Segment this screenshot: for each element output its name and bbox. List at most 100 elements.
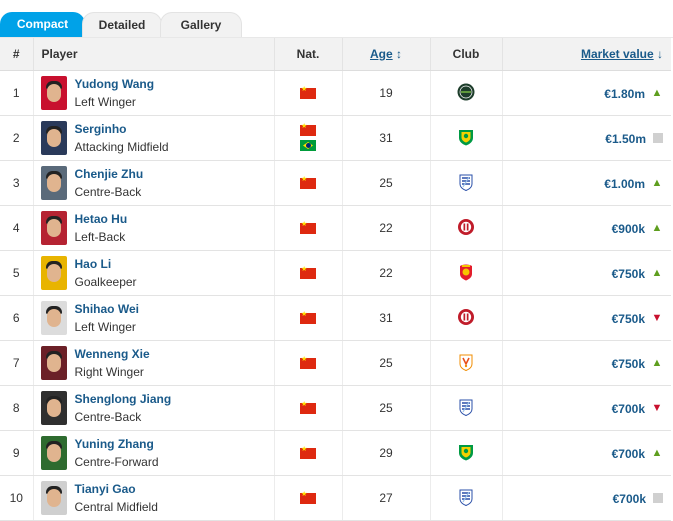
player-name-link[interactable]: Wenneng Xie	[75, 347, 150, 361]
club-crest-icon[interactable]	[457, 218, 475, 239]
club-cell[interactable]	[430, 430, 503, 476]
player-name-link[interactable]: Hetao Hu	[75, 212, 128, 226]
player-name-link[interactable]: Shenglong Jiang	[75, 392, 172, 406]
market-value-cell: €700k	[502, 475, 671, 521]
table-row: 10 Tianyi Gao Central Midfield ★ 27 €700k	[0, 475, 671, 521]
age-cell: 31	[342, 295, 431, 341]
player-name-link[interactable]: Yudong Wang	[75, 77, 155, 91]
player-name-link[interactable]: Hao Li	[75, 257, 137, 271]
club-cell[interactable]	[430, 250, 503, 296]
age-cell: 25	[342, 385, 431, 431]
player-photo[interactable]	[40, 346, 67, 380]
table-row: 9 Yuning Zhang Centre-Forward ★ 29 €700k ▲	[0, 430, 671, 476]
club-cell[interactable]	[430, 475, 503, 521]
market-value-link[interactable]: €1.50m	[605, 131, 646, 145]
china-flag-icon: ★	[300, 266, 316, 280]
trend-up-icon: ▲	[651, 357, 663, 370]
club-cell[interactable]	[430, 340, 503, 386]
club-cell[interactable]	[430, 205, 503, 251]
market-value-link[interactable]: €750k	[612, 356, 645, 370]
club-crest-icon[interactable]	[457, 308, 475, 329]
player-name-link[interactable]: Yuning Zhang	[75, 437, 159, 451]
table-row: 5 Hao Li Goalkeeper ★ 22 €750k ▲	[0, 250, 671, 296]
market-value-link[interactable]: €700k	[612, 401, 645, 415]
sort-market-value-link[interactable]: Market value	[581, 47, 654, 61]
club-crest-icon[interactable]	[457, 354, 475, 374]
row-number: 3	[0, 160, 34, 206]
player-photo[interactable]	[40, 121, 67, 155]
col-header-age[interactable]: Age ↕	[342, 38, 431, 71]
player-cell: Serginho Attacking Midfield	[33, 115, 275, 161]
market-value-link[interactable]: €750k	[612, 311, 645, 325]
row-number: 9	[0, 430, 34, 476]
club-cell[interactable]	[430, 160, 503, 206]
player-photo[interactable]	[40, 76, 67, 110]
row-number: 1	[0, 70, 34, 116]
tab-gallery[interactable]: Gallery	[160, 12, 242, 37]
trend-up-icon: ▲	[651, 177, 663, 190]
nationality-cell: ★	[274, 340, 343, 386]
club-crest-icon[interactable]	[457, 489, 475, 509]
market-value-link[interactable]: €700k	[612, 446, 645, 460]
market-value-cell: €750k ▼	[502, 295, 671, 341]
market-value-link[interactable]: €700k	[613, 491, 646, 505]
player-photo[interactable]	[40, 211, 67, 245]
china-flag-icon: ★	[300, 86, 316, 100]
players-table: # Player Nat. Age ↕ Club Market value ↓ …	[0, 38, 671, 521]
nationality-cell: ★	[274, 430, 343, 476]
market-value-cell: €700k ▼	[502, 385, 671, 431]
player-name-link[interactable]: Chenjie Zhu	[75, 167, 144, 181]
player-photo[interactable]	[40, 301, 67, 335]
col-header-number: #	[0, 38, 34, 71]
club-crest-icon[interactable]	[457, 83, 475, 104]
row-number: 7	[0, 340, 34, 386]
col-header-player: Player	[33, 38, 275, 71]
tab-compact[interactable]: Compact	[0, 12, 85, 37]
player-photo[interactable]	[40, 256, 67, 290]
sort-age-link[interactable]: Age	[370, 47, 393, 61]
player-photo[interactable]	[40, 166, 67, 200]
age-cell: 19	[342, 70, 431, 116]
col-header-market-value[interactable]: Market value ↓	[502, 38, 671, 71]
player-name-link[interactable]: Serginho	[75, 122, 169, 136]
club-cell[interactable]	[430, 115, 503, 161]
club-cell[interactable]	[430, 385, 503, 431]
row-number: 2	[0, 115, 34, 161]
trend-up-icon: ▲	[651, 447, 663, 460]
china-flag-icon: ★	[300, 176, 316, 190]
club-crest-icon[interactable]	[457, 129, 475, 149]
market-value-link[interactable]: €900k	[612, 221, 645, 235]
player-position: Attacking Midfield	[74, 140, 169, 154]
player-position: Left-Back	[74, 230, 126, 244]
club-cell[interactable]	[430, 295, 503, 341]
china-flag-icon: ★	[300, 356, 316, 370]
table-row: 8 Shenglong Jiang Centre-Back ★ 25 €700k ▼	[0, 385, 671, 431]
player-cell: Shenglong Jiang Centre-Back	[33, 385, 275, 431]
club-crest-icon[interactable]	[457, 399, 475, 419]
player-photo[interactable]	[40, 481, 67, 515]
nationality-cell: ★	[274, 250, 343, 296]
china-flag-icon: ★	[300, 491, 316, 505]
player-photo[interactable]	[40, 436, 67, 470]
club-crest-icon[interactable]	[457, 174, 475, 194]
market-value-link[interactable]: €1.80m	[604, 86, 645, 100]
china-flag-icon: ★	[300, 311, 316, 325]
tab-detailed[interactable]: Detailed	[82, 12, 162, 37]
market-value-link[interactable]: €1.00m	[604, 176, 645, 190]
sort-desc-icon[interactable]: ↓	[657, 47, 663, 61]
player-photo[interactable]	[40, 391, 67, 425]
age-cell: 31	[342, 115, 431, 161]
nationality-cell: ★	[274, 160, 343, 206]
sort-toggle-icon[interactable]: ↕	[396, 47, 402, 61]
club-crest-icon[interactable]	[457, 444, 475, 464]
club-cell[interactable]	[430, 70, 503, 116]
china-flag-icon: ★	[300, 221, 316, 235]
player-cell: Chenjie Zhu Centre-Back	[33, 160, 275, 206]
trend-down-icon: ▼	[651, 312, 663, 325]
player-cell: Hao Li Goalkeeper	[33, 250, 275, 296]
player-name-link[interactable]: Shihao Wei	[75, 302, 139, 316]
market-value-link[interactable]: €750k	[612, 266, 645, 280]
nationality-cell: ★	[274, 295, 343, 341]
club-crest-icon[interactable]	[457, 264, 475, 284]
player-name-link[interactable]: Tianyi Gao	[75, 482, 158, 496]
